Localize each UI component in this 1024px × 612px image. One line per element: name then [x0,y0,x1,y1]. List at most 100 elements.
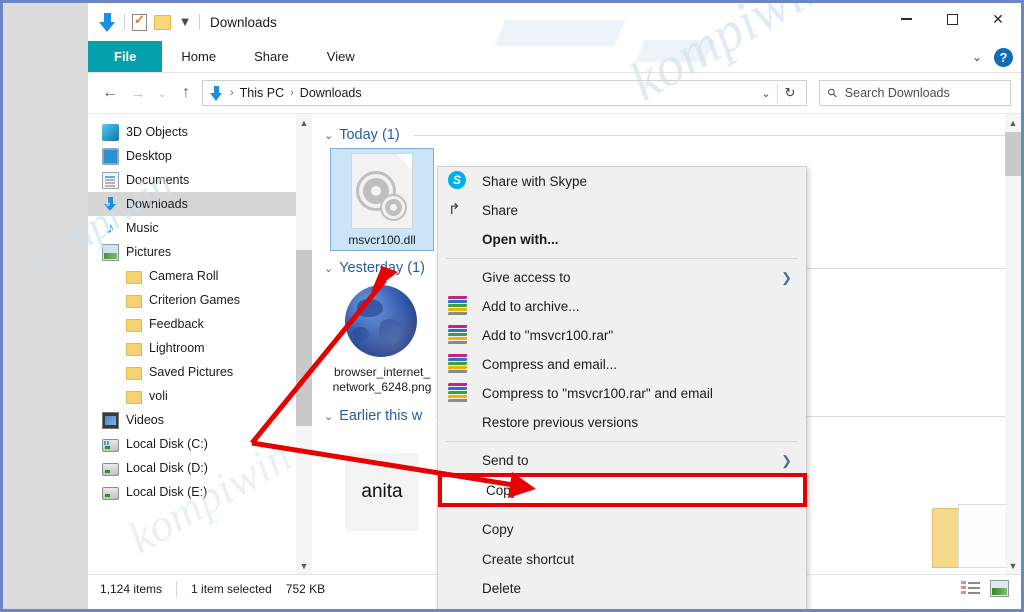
scroll-down-icon[interactable]: ▼ [296,557,312,574]
scrollbar-thumb[interactable] [296,250,312,426]
navigation-pane-scrollbar[interactable]: ▲ ▼ [296,114,312,574]
sidebar-item-label: Lightroom [149,341,205,355]
sidebar-item-camera-roll[interactable]: Camera Roll [88,264,296,288]
properties-icon[interactable] [132,12,147,31]
menu-item-rename[interactable]: Rename [438,603,806,611]
search-placeholder: Search Downloads [844,86,950,100]
forward-button[interactable]: → [126,81,150,105]
sidebar-item-lightroom[interactable]: Lightroom [88,336,296,360]
sidebar-item-label: Local Disk (E:) [126,485,208,499]
sidebar-item-label: Downloads [126,197,188,211]
file-item-msvcr100-dll[interactable]: msvcr100.dll [330,148,434,251]
share-icon: ↱ [448,201,461,218]
sidebar-item-local-disk-e[interactable]: Local Disk (E:) [88,480,296,504]
file-item-browser-png[interactable]: browser_internet_network_6248.png [330,281,434,397]
sidebar-item-downloads[interactable]: Downloads [88,192,296,216]
music-icon: ♪ [106,219,115,237]
window-title: Downloads [210,14,277,30]
chevron-down-icon[interactable]: ⌄ [324,410,333,423]
chevron-down-icon[interactable]: ⌄ [324,129,333,142]
menu-item-compress-to-rar-and-email[interactable]: Compress to "msvcr100.rar" and email [438,379,806,408]
breadcrumb-this-pc[interactable]: This PC [240,86,284,100]
maximize-button[interactable] [929,3,975,35]
scrollbar-thumb[interactable] [1005,132,1021,176]
scroll-up-icon[interactable]: ▲ [1005,114,1021,131]
chevron-down-icon[interactable]: ⌄ [972,50,982,64]
recent-locations-button[interactable]: ⌄ [154,81,170,105]
sidebar-item-pictures[interactable]: Pictures [88,240,296,264]
up-button[interactable]: ↑ [174,81,198,105]
divider [124,14,125,30]
file-item-anita[interactable]: anita [330,449,434,533]
chevron-right-icon: ❯ [781,452,792,468]
sidebar-item-videos[interactable]: Videos [88,408,296,432]
sidebar-item-criterion-games[interactable]: Criterion Games [88,288,296,312]
address-bar-row: ← → ⌄ ↑ › This PC › Downloads ⌄ ↻ ⚲ Sear… [88,73,1021,113]
globe-image-icon [345,285,419,359]
screenshot-root: kompiwin ▼ Downloads ✕ File Home Share [0,0,1024,612]
menu-item-share-with-skype[interactable]: S Share with Skype [438,167,806,196]
folder-icon [126,318,142,332]
chevron-down-icon[interactable]: ⌄ [755,87,777,100]
tab-home[interactable]: Home [162,41,235,72]
sidebar-item-saved-pictures[interactable]: Saved Pictures [88,360,296,384]
breadcrumb-downloads[interactable]: Downloads [300,86,362,100]
context-menu[interactable]: S Share with Skype ↱ Share Open with... … [437,166,807,612]
sidebar-item-local-disk-c[interactable]: Local Disk (C:) [88,432,296,456]
menu-item-delete[interactable]: Delete [438,574,806,603]
selection-size: 752 KB [285,581,326,596]
menu-item-open-with[interactable]: Open with... [438,225,806,254]
sidebar-item-feedback[interactable]: Feedback [88,312,296,336]
sidebar-item-label: Desktop [126,149,172,163]
menu-item-create-shortcut[interactable]: Create shortcut [438,545,806,574]
scroll-up-icon[interactable]: ▲ [296,114,312,131]
3d-objects-icon [102,123,119,141]
new-folder-icon[interactable] [154,14,171,30]
sidebar-item-voli[interactable]: voli [88,384,296,408]
chevron-down-icon[interactable]: ⌄ [324,262,333,275]
help-icon[interactable]: ? [994,47,1013,67]
folder-icon [126,390,142,404]
menu-item-share[interactable]: ↱ Share [438,196,806,225]
address-input[interactable]: › This PC › Downloads ⌄ ↻ [202,80,807,106]
sidebar-item-local-disk-d[interactable]: Local Disk (D:) [88,456,296,480]
large-icons-view-icon[interactable] [990,580,1009,597]
file-list-scrollbar[interactable]: ▲ ▼ [1005,114,1021,574]
minimize-button[interactable] [883,3,929,35]
menu-item-add-to-archive[interactable]: Add to archive... [438,292,806,321]
group-header-today[interactable]: ⌄ Today (1) [312,122,1021,148]
menu-item-add-to-rar[interactable]: Add to "msvcr100.rar" [438,321,806,350]
tab-view[interactable]: View [308,41,374,72]
group-divider [413,134,1009,136]
details-view-icon[interactable] [961,580,980,597]
refresh-icon[interactable]: ↻ [778,85,802,101]
file-thumbnail [345,153,419,231]
highlighted-copy-menu-item[interactable]: Copy [438,473,807,507]
search-input[interactable]: ⚲ Search Downloads [819,80,1011,106]
menu-item-copy[interactable]: Copy [438,513,806,545]
menu-item-label: Open with... [482,232,559,247]
menu-item-label: Copy [482,521,514,537]
scroll-down-icon[interactable]: ▼ [1005,557,1021,574]
menu-item-compress-and-email[interactable]: Compress and email... [438,350,806,379]
file-thumbnail [345,285,419,363]
close-button[interactable]: ✕ [975,3,1021,35]
winrar-icon [447,354,468,374]
customize-quick-access-caret-icon[interactable]: ▼ [178,15,192,29]
back-button[interactable]: ← [98,81,122,105]
tab-file[interactable]: File [88,41,163,72]
menu-item-give-access-to[interactable]: Give access to ❯ [438,263,806,292]
sidebar-item-3d-objects[interactable]: 3D Objects [88,120,296,144]
pictures-icon [102,243,119,261]
dll-file-icon [351,153,413,229]
sidebar-item-music[interactable]: ♪ Music [88,216,296,240]
menu-item-send-to[interactable]: Send to ❯ [438,446,806,475]
menu-item-restore-previous-versions[interactable]: Restore previous versions [438,408,806,437]
menu-item-label: Restore previous versions [482,415,639,430]
tab-share[interactable]: Share [235,41,308,72]
sidebar-item-label: Camera Roll [149,269,219,283]
sidebar-item-documents[interactable]: Documents [88,168,296,192]
sidebar-item-desktop[interactable]: Desktop [88,144,296,168]
sidebar-item-label: Pictures [126,245,172,259]
sidebar-item-label: Music [126,221,159,235]
